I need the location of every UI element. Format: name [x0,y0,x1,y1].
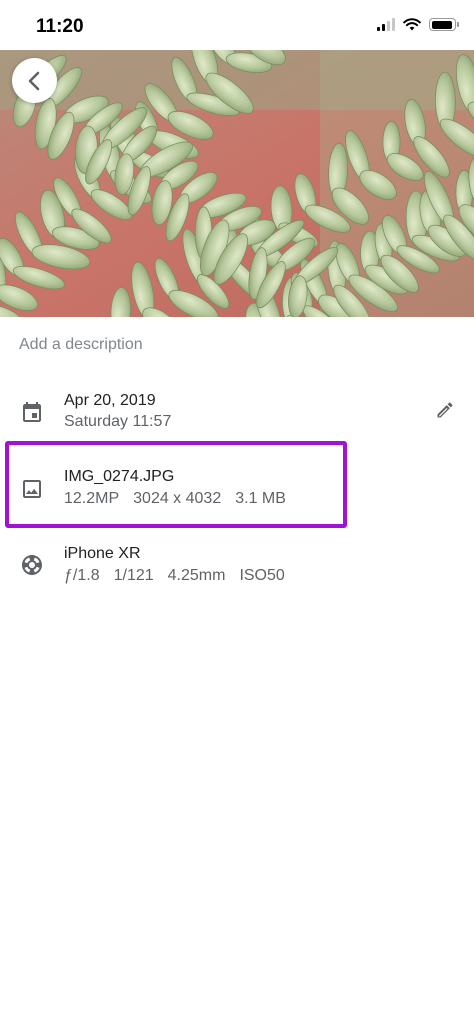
photo-day-time: Saturday 11:57 [64,413,172,430]
description-field[interactable]: Add a description [19,336,143,354]
wifi-icon [403,18,421,31]
camera-aperture: ƒ/1.8 [64,567,100,584]
camera-focal-length: 4.25mm [167,567,226,584]
camera-settings: ƒ/1.8 1/121 4.25mm ISO50 [64,567,299,585]
status-bar: 11:20 [0,0,474,50]
signal-icon [377,18,395,31]
calendar-icon [23,402,41,422]
chevron-left-icon [28,71,39,90]
shutter-icon [22,555,42,575]
highlight-box [5,441,347,528]
battery-icon [429,18,459,31]
pencil-icon[interactable] [435,400,455,420]
photo-date: Apr 20, 2019 [64,392,156,409]
camera-model: iPhone XR [64,545,141,562]
date-row[interactable]: Apr 20, 2019 Saturday 11:57 [0,390,474,435]
back-button[interactable] [12,58,57,103]
camera-shutter: 1/121 [113,567,154,584]
photo-preview[interactable] [0,50,474,317]
camera-info-row: iPhone XR ƒ/1.8 1/121 4.25mm ISO50 [0,545,474,590]
camera-iso: ISO50 [239,567,285,584]
status-icons [377,18,459,31]
status-time: 11:20 [36,16,84,37]
